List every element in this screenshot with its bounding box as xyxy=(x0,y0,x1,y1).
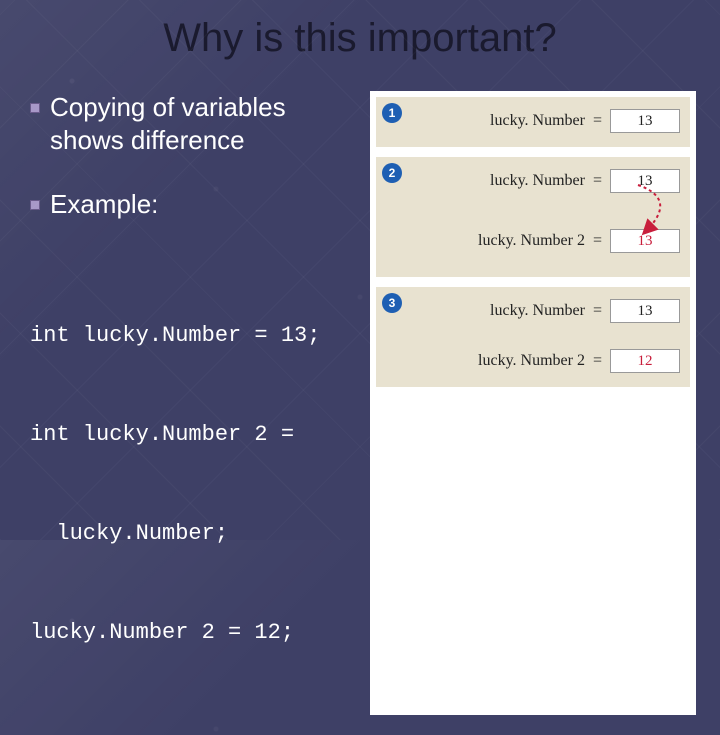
bullet-text: Example: xyxy=(50,188,158,221)
variable-row: lucky. Number 2 = 12 xyxy=(386,349,680,373)
variable-name: lucky. Number xyxy=(465,112,585,130)
variable-name: lucky. Number 2 xyxy=(465,232,585,250)
bullet-item: Example: xyxy=(30,188,350,221)
step-badge: 3 xyxy=(382,293,402,313)
variable-name: lucky. Number xyxy=(465,172,585,190)
variable-value-box: 13 xyxy=(610,229,680,253)
variable-row: lucky. Number = 13 xyxy=(386,109,680,133)
slide-content: Copying of variables shows difference Ex… xyxy=(0,61,720,735)
variable-name: lucky. Number 2 xyxy=(465,352,585,370)
variable-name: lucky. Number xyxy=(465,302,585,320)
variable-value-box: 12 xyxy=(610,349,680,373)
bullet-text: Copying of variables shows difference xyxy=(50,91,350,156)
bullet-item: Copying of variables shows difference xyxy=(30,91,350,156)
diagram-step-1: 1 lucky. Number = 13 xyxy=(376,97,690,147)
code-line: lucky.Number 2 = 12; xyxy=(30,616,350,649)
equals-sign: = xyxy=(593,232,602,250)
bullet-icon xyxy=(30,200,40,210)
diagram-step-2: 2 lucky. Number = 13 lucky. Number 2 = 1… xyxy=(376,157,690,277)
code-line: int lucky.Number = 13; xyxy=(30,319,350,352)
code-line: lucky.Number; xyxy=(30,517,350,550)
diagram-column: 1 lucky. Number = 13 2 lucky. Number = 1… xyxy=(370,91,696,715)
step-badge: 1 xyxy=(382,103,402,123)
step-badge: 2 xyxy=(382,163,402,183)
code-line: int lucky.Number 2 = xyxy=(30,418,350,451)
equals-sign: = xyxy=(593,352,602,370)
variable-value-box: 13 xyxy=(610,299,680,323)
variable-value-box: 13 xyxy=(610,169,680,193)
slide-title: Why is this important? xyxy=(0,0,720,61)
bullet-icon xyxy=(30,103,40,113)
diagram-step-3: 3 lucky. Number = 13 lucky. Number 2 = 1… xyxy=(376,287,690,387)
variable-row: lucky. Number = 13 xyxy=(386,169,680,193)
variable-row: lucky. Number = 13 xyxy=(386,299,680,323)
variable-value-box: 13 xyxy=(610,109,680,133)
equals-sign: = xyxy=(593,112,602,130)
variable-row: lucky. Number 2 = 13 xyxy=(386,229,680,253)
code-example: int lucky.Number = 13; int lucky.Number … xyxy=(30,253,350,715)
equals-sign: = xyxy=(593,302,602,320)
equals-sign: = xyxy=(593,172,602,190)
left-column: Copying of variables shows difference Ex… xyxy=(30,91,350,715)
